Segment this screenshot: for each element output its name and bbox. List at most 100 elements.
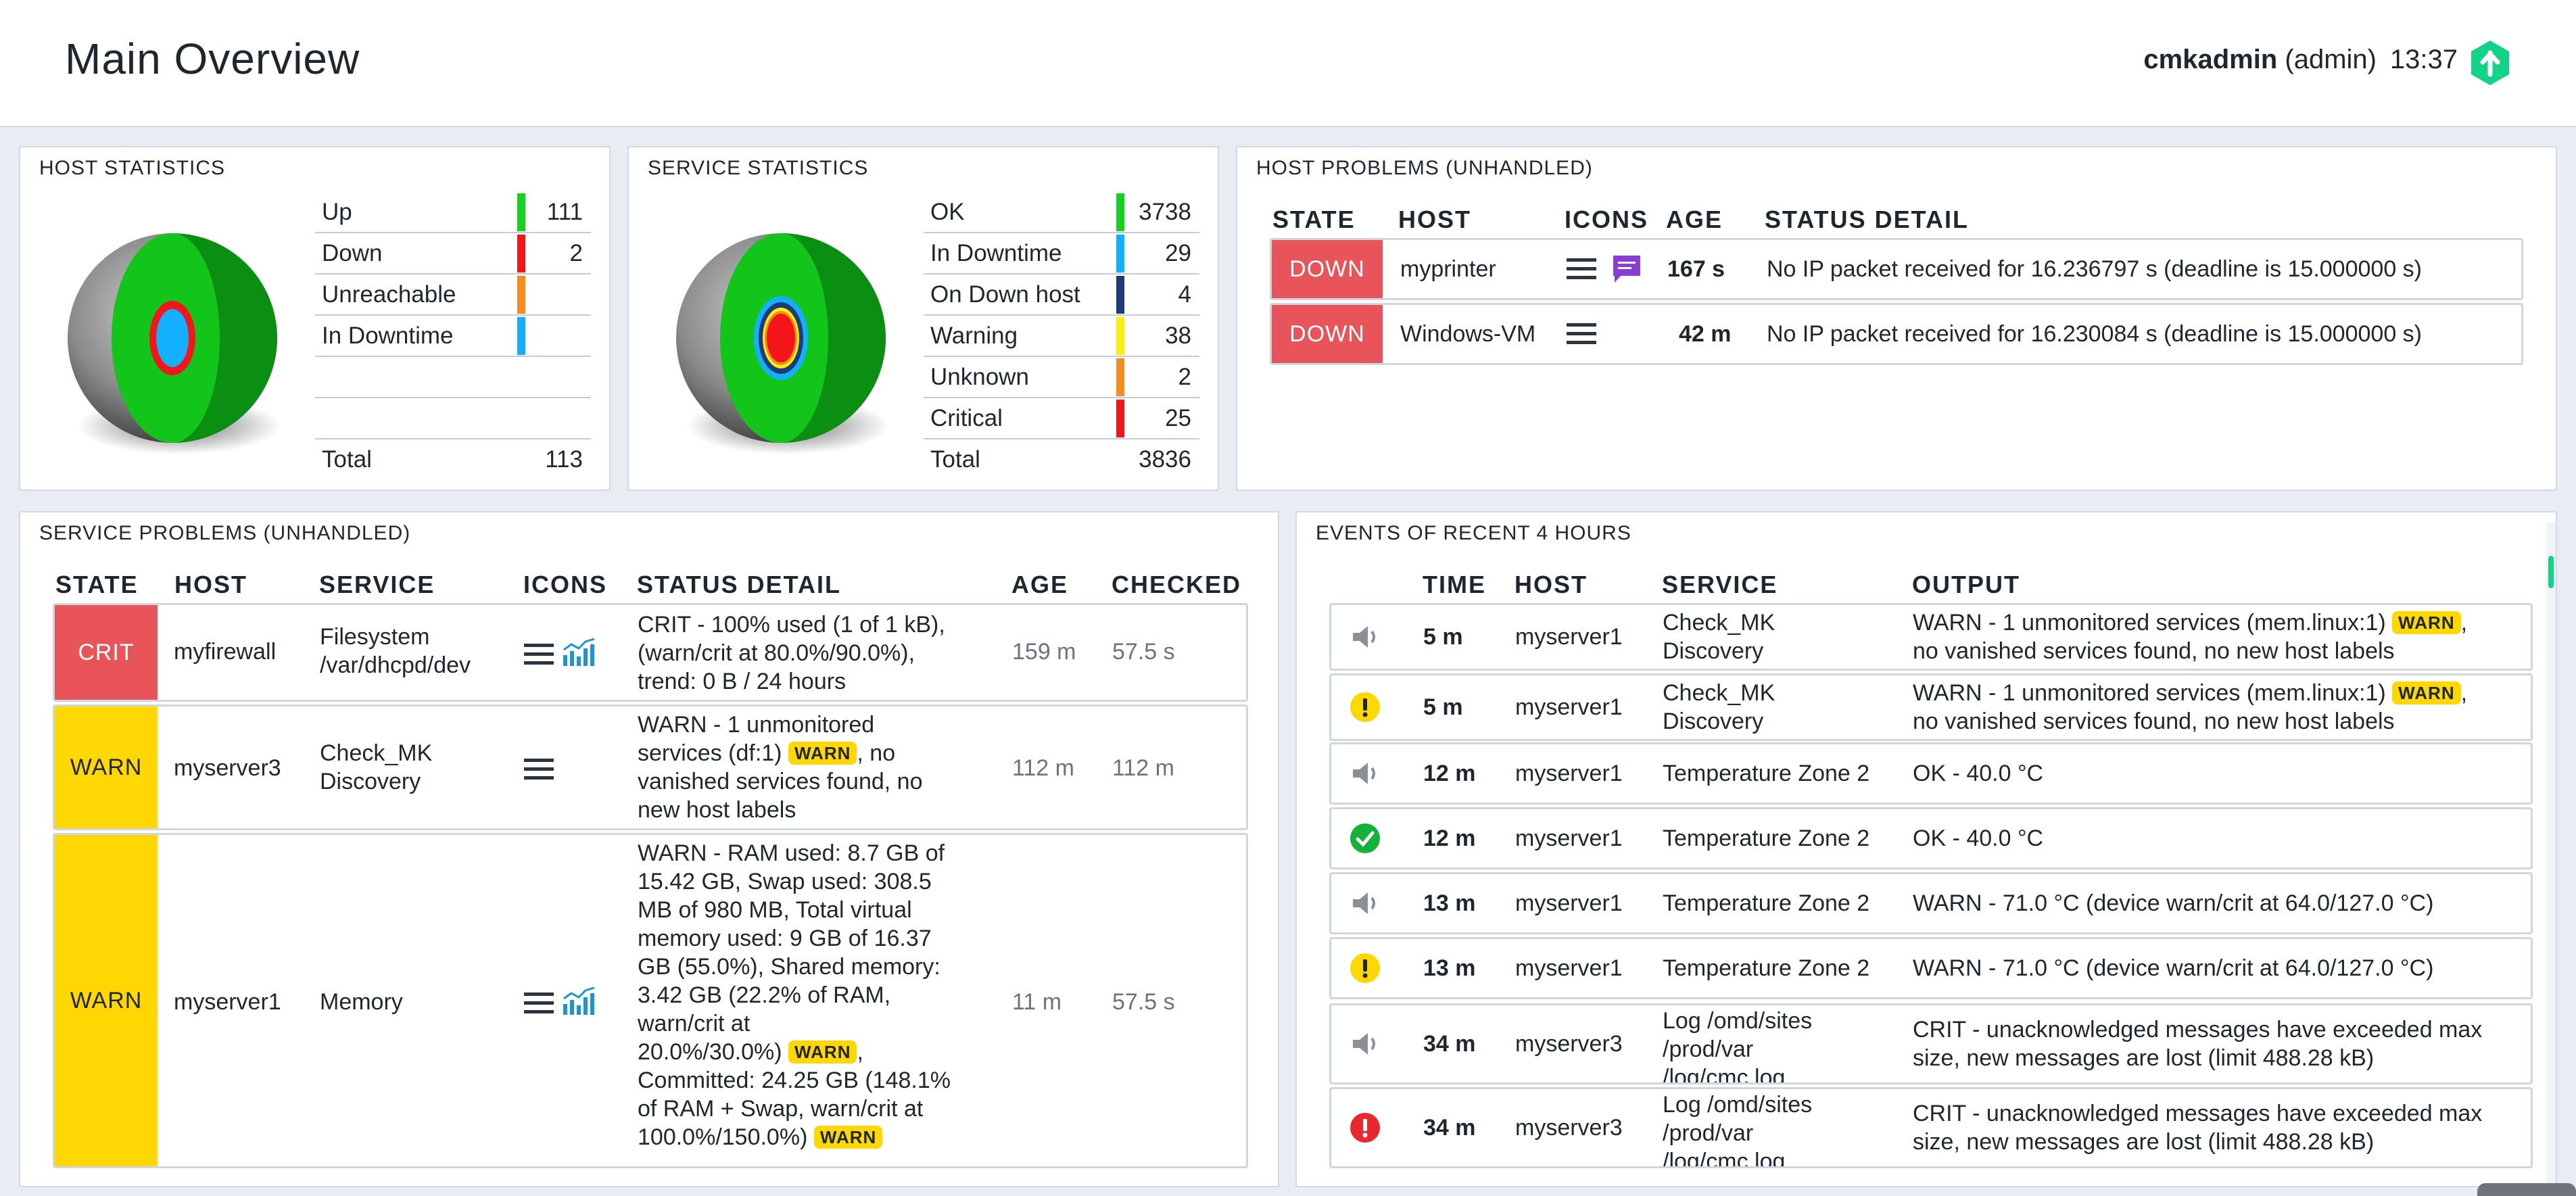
speaker-icon[interactable] <box>1349 887 1381 919</box>
user-info[interactable]: cmkadmin (admin) <box>2143 45 2377 75</box>
event-output: CRIT - unacknowledged messages have exce… <box>1913 1101 2483 1155</box>
state-badge[interactable]: CRIT <box>55 605 158 700</box>
state-badge[interactable]: WARN <box>55 707 158 828</box>
checked: 112 m <box>1112 755 1174 781</box>
table-row[interactable]: DOWN myprinter 167 s No IP packet receiv… <box>1270 238 2523 300</box>
event-service[interactable]: Check_MK Discovery <box>1663 608 1775 665</box>
event-host[interactable]: myserver1 <box>1515 824 1623 853</box>
stat-row-critical[interactable]: Critical 25 <box>924 398 1199 439</box>
service-name[interactable]: Filesystem/var/dhcpd/dev <box>320 623 471 679</box>
col-header-time[interactable]: TIME <box>1423 571 1486 599</box>
menu-icon[interactable] <box>524 642 554 667</box>
stat-row-down[interactable]: Down 2 <box>315 233 591 274</box>
event-row[interactable]: 34 m myserver3 Log /omd/sites/prod/var/log… <box>1329 1003 2533 1084</box>
event-host[interactable]: myserver1 <box>1515 759 1623 788</box>
checkmk-logo-icon[interactable] <box>2469 39 2511 87</box>
menu-icon[interactable] <box>524 757 554 782</box>
event-host[interactable]: myserver1 <box>1515 623 1623 651</box>
warning-circle-icon[interactable] <box>1349 691 1381 723</box>
event-service[interactable]: Temperature Zone 2 <box>1663 954 1869 982</box>
stat-row-total[interactable]: Total 3836 <box>924 439 1199 479</box>
comment-icon[interactable] <box>1611 254 1642 285</box>
scrollbar-thumb[interactable] <box>2548 556 2554 588</box>
event-row[interactable]: 13 m myserver1 Temperature Zone 2 WARN - 71… <box>1329 872 2533 934</box>
dashlet-title: HOST STATISTICS <box>39 157 226 179</box>
service-statistics-dashlet: SERVICE STATISTICS OK 3738 In Downtime 29 … <box>627 146 1219 491</box>
crit-circle-icon[interactable] <box>1349 1111 1381 1144</box>
event-host[interactable]: myserver3 <box>1515 1114 1623 1142</box>
graph-icon[interactable] <box>562 986 597 1016</box>
col-header-age[interactable]: AGE <box>1011 571 1068 599</box>
state-badge[interactable]: DOWN <box>1272 305 1383 363</box>
host-globe-graphic[interactable] <box>61 223 291 467</box>
stat-row-ok[interactable]: OK 3738 <box>924 192 1199 233</box>
event-row[interactable]: 13 m myserver1 Temperature Zone 2 WARN - 71… <box>1329 937 2533 999</box>
table-row[interactable]: WARN myserver1 Memory WARN - RAM used: 8… <box>53 833 1248 1168</box>
col-header-service[interactable]: SERVICE <box>1662 571 1778 599</box>
col-header-host[interactable]: HOST <box>1514 571 1588 599</box>
menu-icon[interactable] <box>1567 321 1596 347</box>
menu-icon[interactable] <box>524 990 554 1016</box>
menu-icon[interactable] <box>1567 256 1596 282</box>
speaker-icon[interactable] <box>1349 757 1381 790</box>
col-header-host[interactable]: HOST <box>1398 206 1471 234</box>
event-row[interactable]: 12 m myserver1 Temperature Zone 2 OK - 40.0… <box>1329 742 2533 805</box>
age: 167 s <box>1667 256 1725 282</box>
stat-row-unknown[interactable]: Unknown 2 <box>924 356 1199 398</box>
service-globe-graphic[interactable] <box>669 223 899 467</box>
col-header-age[interactable]: AGE <box>1666 206 1723 234</box>
ok-circle-icon[interactable] <box>1349 822 1381 855</box>
event-host[interactable]: myserver1 <box>1515 693 1623 721</box>
clock: 13:37 <box>2389 45 2458 74</box>
service-name[interactable]: Memory <box>320 988 403 1016</box>
service-name[interactable]: Check_MK Discovery <box>320 739 432 796</box>
dashlet-title: SERVICE STATISTICS <box>648 157 869 179</box>
col-header-state[interactable]: STATE <box>1272 206 1356 234</box>
col-header-icons[interactable]: ICONS <box>523 571 607 599</box>
host-name[interactable]: Windows-VM <box>1400 320 1535 348</box>
event-host[interactable]: myserver1 <box>1515 954 1623 982</box>
event-service[interactable]: Check_MK Discovery <box>1663 679 1775 736</box>
event-row[interactable]: 5 m myserver1 Check_MK Discovery WARN - 1 un… <box>1329 673 2533 741</box>
stat-row-warning[interactable]: Warning 38 <box>924 315 1199 357</box>
col-header-status-detail[interactable]: STATUS DETAIL <box>1765 206 1969 234</box>
event-host[interactable]: myserver1 <box>1515 889 1623 917</box>
stat-row-total[interactable]: Total 113 <box>315 439 591 479</box>
event-service[interactable]: Log /omd/sites/prod/var/log/cmc.log <box>1663 1007 1812 1082</box>
col-header-checked[interactable]: CHECKED <box>1112 571 1241 599</box>
event-service[interactable]: Temperature Zone 2 <box>1663 759 1869 788</box>
stat-row-in-downtime[interactable]: In Downtime 29 <box>924 233 1199 274</box>
speaker-icon[interactable] <box>1349 621 1381 653</box>
col-header-state[interactable]: STATE <box>55 571 139 599</box>
col-header-status-detail[interactable]: STATUS DETAIL <box>637 571 841 599</box>
table-row[interactable]: CRIT myfirewall Filesystem/var/dhcpd/dev… <box>53 603 1248 702</box>
col-header-service[interactable]: SERVICE <box>319 571 435 599</box>
col-header-output[interactable]: OUTPUT <box>1912 571 2020 599</box>
state-badge[interactable]: WARN <box>55 835 158 1166</box>
host-name[interactable]: myserver1 <box>174 988 281 1016</box>
event-host[interactable]: myserver3 <box>1515 1030 1623 1058</box>
table-row[interactable]: DOWN Windows-VM 42 m No IP packet receiv… <box>1270 303 2523 365</box>
host-name[interactable]: myfirewall <box>174 638 276 666</box>
speaker-icon[interactable] <box>1349 1028 1381 1060</box>
stat-row-unreachable[interactable]: Unreachable <box>315 274 591 316</box>
scrollbar[interactable] <box>2546 522 2556 1186</box>
graph-icon[interactable] <box>562 638 597 667</box>
stat-row-up[interactable]: Up 111 <box>315 192 591 233</box>
resize-handle[interactable] <box>2477 1183 2576 1196</box>
col-header-icons[interactable]: ICONS <box>1565 206 1648 234</box>
host-name[interactable]: myserver3 <box>174 754 281 782</box>
warning-circle-icon[interactable] <box>1349 952 1381 984</box>
state-badge[interactable]: DOWN <box>1272 240 1383 298</box>
table-row[interactable]: WARN myserver3 Check_MK Discovery WARN - … <box>53 704 1248 830</box>
event-row[interactable]: 12 m myserver1 Temperature Zone 2 OK - 40.0… <box>1329 807 2533 869</box>
col-header-host[interactable]: HOST <box>174 571 247 599</box>
event-service[interactable]: Log /omd/sites/prod/var/log/cmc.log <box>1663 1091 1812 1166</box>
stat-row-in-downtime[interactable]: In Downtime <box>315 315 591 357</box>
event-service[interactable]: Temperature Zone 2 <box>1663 889 1869 917</box>
event-service[interactable]: Temperature Zone 2 <box>1663 824 1869 853</box>
event-row[interactable]: 5 m myserver1 Check_MK Discovery WARN - 1 un… <box>1329 603 2533 671</box>
stat-row-on-down-host[interactable]: On Down host 4 <box>924 274 1199 316</box>
host-name[interactable]: myprinter <box>1400 255 1496 283</box>
event-row[interactable]: 34 m myserver3 Log /omd/sites/prod/var/log… <box>1329 1087 2533 1168</box>
